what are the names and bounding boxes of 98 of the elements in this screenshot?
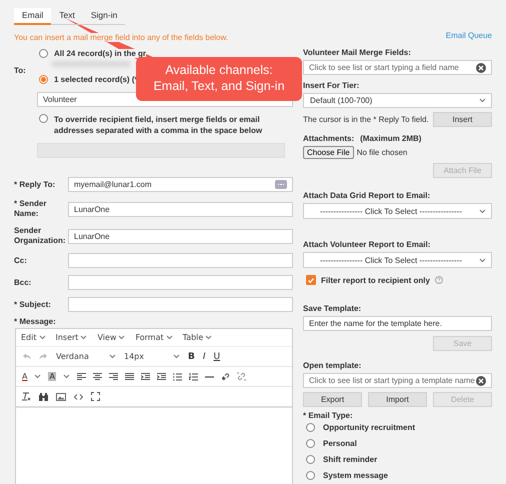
field-label: Cc: [14,256,28,266]
radio-button[interactable] [39,49,48,58]
fullscreen-icon[interactable] [91,392,100,401]
menu-item[interactable]: Edit [21,333,46,342]
chevron-icon [38,335,46,340]
message-editor[interactable]: Edit Insert View Format Table Verdana 14px B I U A A [15,328,293,484]
size-limit-text: (Maximum 2MB) [360,134,422,143]
field-label: * Reply To: [14,180,56,190]
input-field[interactable]: LunarOne [68,202,293,216]
input-field[interactable] [68,275,293,290]
align-outdent-icon[interactable] [140,372,150,380]
radio-label: Shift reminder [323,455,378,464]
menu-item[interactable]: Table [182,333,212,342]
field-label: * Subject: [14,300,52,310]
tab[interactable]: Text [51,8,83,25]
unlink-icon[interactable] [236,372,246,381]
align-indent-icon[interactable] [156,372,166,380]
input-field[interactable]: LunarOne [68,228,293,244]
template-search-field[interactable]: Click to see list or start typing a template name [303,373,492,388]
chevron-icon [479,208,486,214]
align-center-icon[interactable] [92,372,102,380]
radio-label: Personal [323,439,357,448]
tier-select[interactable]: Default (100-700) [303,93,492,108]
field-label: * Email Type: [303,411,354,420]
radio-button[interactable] [39,75,48,84]
template-action-button[interactable]: Import [368,392,427,407]
radio-label: To override recipient field, insert merge fields or email addresses separated with a comma in the space below [54,114,264,136]
choose-file-button[interactable]: Choose File [303,146,354,159]
chevron-icon [62,374,70,379]
report-select[interactable]: ---------------- Click To Select ---------------- [303,252,492,268]
underline-button[interactable]: U [214,352,220,362]
field-label: Bcc: [14,278,32,288]
file-status: No file chosen [356,148,408,157]
merge-field-search[interactable]: Click to see list or start typing a field name [303,60,492,75]
image-icon[interactable] [56,392,66,400]
size-select[interactable]: 14px [124,352,180,361]
field-label: Sender Organization: [14,226,67,246]
binoculars-icon[interactable] [39,392,48,400]
cursor-note: The cursor is in the * Reply To field. [303,115,429,124]
field-label: * Sender Name: [14,199,48,219]
checkbox-label: Filter report to recipient only [321,276,430,284]
message-label: * Message: [14,317,57,326]
field-label: Attach Data Grid Report to Email: [303,191,432,200]
field-label: Volunteer Mail Merge Fields: [303,48,412,57]
chevron-icon [479,258,486,262]
attachments-label: Attachments: [303,134,354,143]
align-left-icon[interactable] [76,372,86,380]
checkbox[interactable] [306,275,316,285]
input-field[interactable] [68,297,293,312]
input-field[interactable]: myemail@lunar1.com [68,177,293,192]
font-select[interactable]: Verdana [56,352,116,361]
template-name-field[interactable]: Enter the name for the template here. [303,316,492,331]
align-right-icon[interactable] [108,372,118,380]
align-justify-icon[interactable] [124,372,134,380]
italic-button[interactable]: I [202,352,206,362]
radio-label: All 24 record(s) in the gr [54,49,146,58]
background-color-button[interactable]: A [48,372,56,381]
code-icon[interactable] [74,394,83,400]
chevron-icon [166,335,173,340]
clear-icon[interactable] [476,376,486,386]
chevron-icon [205,335,212,340]
radio-button[interactable] [39,114,48,123]
radio-label: Opportunity recruitment [323,423,416,432]
chevron-icon [34,374,42,379]
chevron-icon [118,335,126,340]
field-label: Insert For Tier: [303,81,360,90]
menu-item[interactable]: View [97,333,126,342]
radio-button[interactable] [306,471,315,480]
insert-button[interactable]: Insert [433,112,492,127]
chevron-icon [173,354,180,359]
menu-item[interactable]: Insert [56,333,88,342]
link-icon[interactable] [220,372,230,381]
field-label: Open template: [303,361,362,370]
horizontal-line-icon[interactable] [204,376,214,378]
report-select[interactable]: ---------------- Click To Select ---------------- [303,203,492,219]
to-label: To: [14,66,27,75]
chevron-icon [479,98,486,103]
tab[interactable]: Email [14,8,52,25]
radio-button[interactable] [306,455,315,464]
clear-format-icon[interactable] [22,392,31,401]
numbered-list-icon[interactable] [188,372,198,380]
tab[interactable]: Sign-in [82,8,126,25]
bullet-list-icon[interactable] [172,372,182,380]
radio-button[interactable] [306,439,315,448]
text-color-button[interactable]: A [22,372,28,381]
input-field[interactable] [68,253,293,268]
clear-icon[interactable] [476,62,486,72]
radio-label: System message [323,471,388,480]
chevron-icon [80,335,88,340]
chevron-icon [109,354,116,359]
callout-tooltip: Available channels: Email, Text, and Sign-in [136,57,302,101]
menu-item[interactable]: Format [135,333,173,342]
field-label: Save Template: [303,304,362,313]
field-label: Attach Volunteer Report to Email: [303,240,432,249]
bold-button[interactable]: B [188,352,195,362]
radio-button[interactable] [306,423,315,432]
notice-text: You can insert a mail merge field into any of the fields below. [14,33,228,42]
template-action-button[interactable]: Export [303,392,362,407]
